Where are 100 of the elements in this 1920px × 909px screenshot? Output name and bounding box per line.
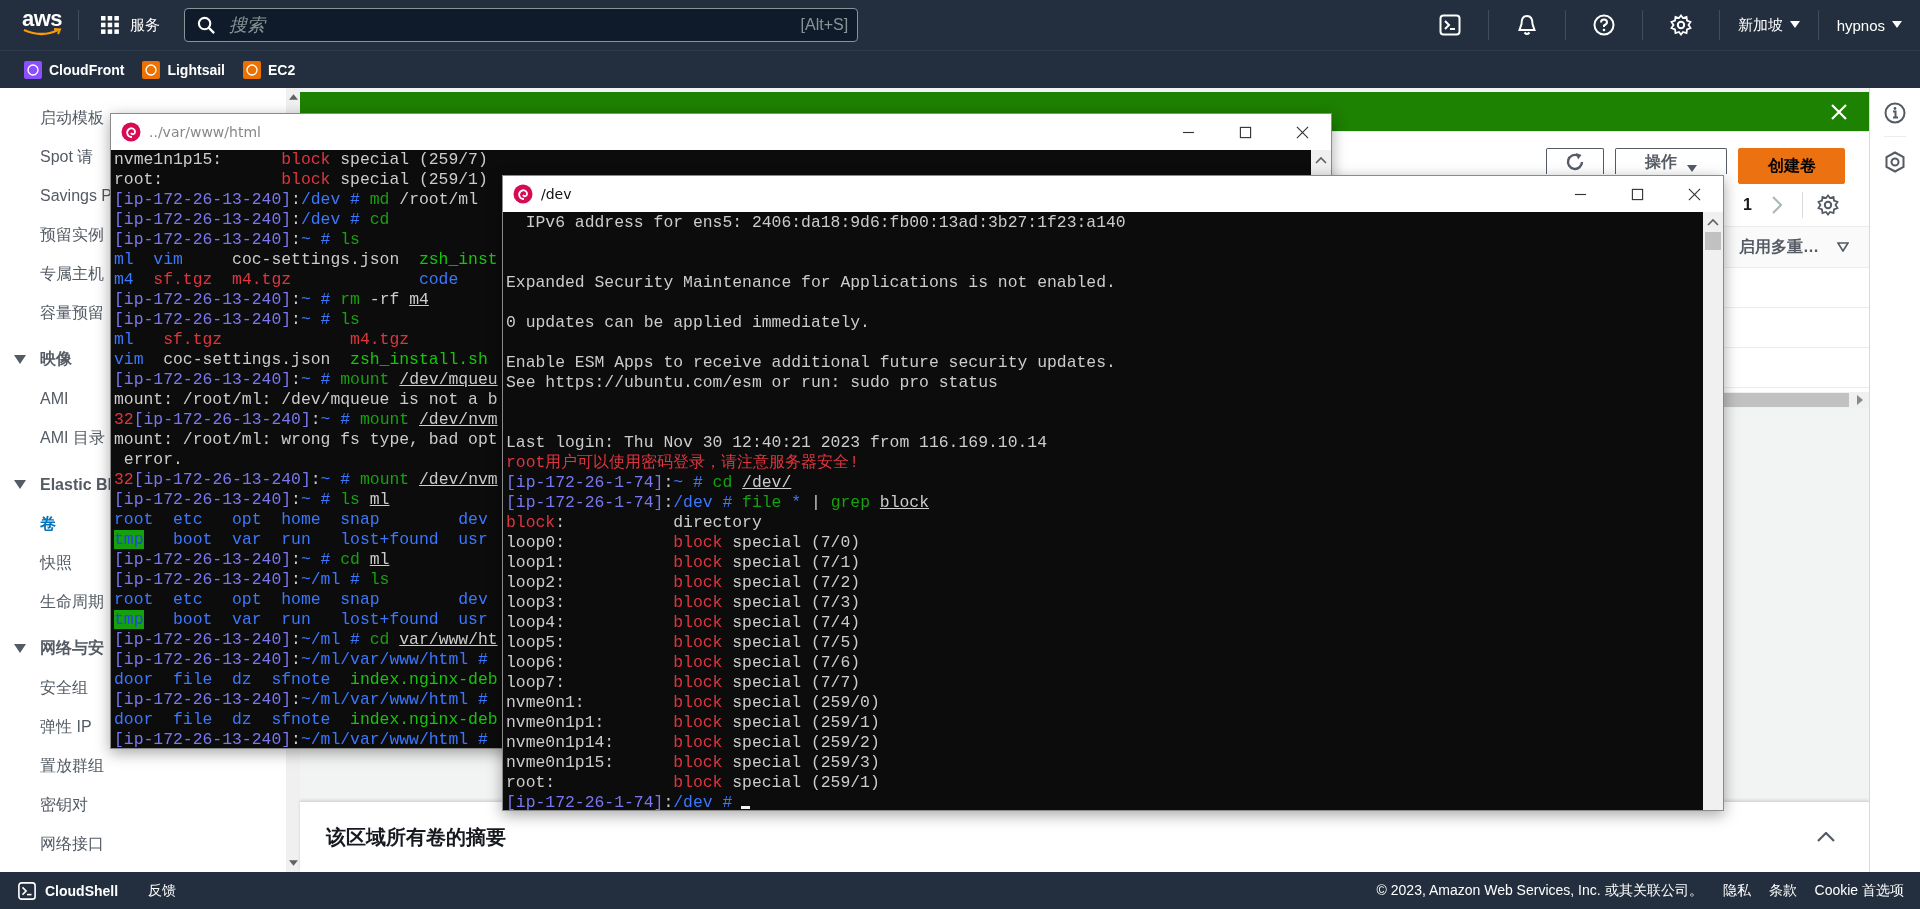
cloudshell-button[interactable]: CloudShell [18,881,119,900]
nav-link[interactable]: 安全组 [0,668,88,707]
feedback-link[interactable]: 反馈 [148,881,177,900]
region-menu[interactable]: 新加坡 [1735,13,1802,37]
page-number[interactable]: 1 [1743,196,1752,214]
terminal-line: door file dz sfnote index.nginx-deb [114,710,498,730]
footer-link[interactable]: 隐私 [1722,881,1751,900]
help-icon[interactable] [1591,13,1616,37]
terminal-line: root etc opt home snap dev [114,590,488,610]
terminal-line: [ip-172-26-13-240]:~ # mount /dev/mqueu [114,370,498,390]
terminal-line: nvme0n1p1: block special (259/1) [506,713,880,733]
chevron-up-icon[interactable] [1817,832,1835,842]
refresh-button[interactable] [1546,148,1604,174]
terminal-line: 32[ip-172-26-13-240]:~ # mount /dev/nvm [114,410,498,430]
nav-link[interactable]: 弹性 IP [0,707,92,746]
info-icon[interactable] [1884,102,1906,137]
nav-link[interactable]: 生命周期 [0,582,104,621]
smile-arrow-icon [22,28,62,36]
nav-link[interactable]: 专属主机 [0,254,104,293]
terminal-line: [ip-172-26-13-240]:~/ml/var/www/html # [114,690,488,710]
terminal-line: error. [122,450,183,470]
terminal-line: loop4: block special (7/4) [506,613,861,633]
nav-link[interactable]: 容量预留 [0,293,104,332]
nav-link[interactable]: AMI [0,379,69,418]
refresh-icon [1564,151,1586,173]
window-title: ../var/www/html [149,124,261,140]
footer-link[interactable]: Cookie 首选项 [1814,881,1904,900]
shortcut-hint: [Alt+S] [800,16,849,34]
terminal-line: tmp boot var run lost+found usr [114,530,488,550]
maximize-icon[interactable] [1239,125,1252,139]
scroll-up-icon[interactable] [288,94,298,100]
terminal-line: IPv6 address for ens5: 2406:da18:9d6:fb00:13ad:3b27:1f23:a140 [524,213,1126,233]
sort-caret-icon[interactable] [1837,242,1849,252]
terminal-line: nvme0n1: block special (259/0) [506,693,880,713]
terminal-line: root: block special (259/1) [114,170,488,190]
panel-title: 该区域所有卷的摘要 [326,824,506,850]
terminal-line: loop1: block special (7/1) [506,553,861,573]
nav-link[interactable]: 密钥对 [0,785,88,824]
terminal-line: [ip-172-26-13-240]:~ # cd ml [114,550,390,570]
copyright-text: © 2023, Amazon Web Services, Inc. 或其关联公司。 [1376,881,1703,900]
service-icon [243,60,261,79]
account-menu[interactable]: hypnos [1834,14,1904,36]
scroll-up-icon[interactable] [1315,156,1327,164]
nav-section[interactable]: 网络与安 [0,629,104,668]
nav-link[interactable]: 网络接口 [0,824,104,863]
column-header[interactable]: 启用多重… [1739,236,1819,258]
terminal-line: [ip-172-26-13-240]:~ # ls ml [114,490,390,510]
nav-link[interactable]: 预留实例 [0,215,104,254]
services-menu[interactable]: 服务 [97,11,165,39]
logo[interactable]: aws [22,10,63,40]
close-icon[interactable] [1296,125,1309,139]
nav-link[interactable]: AMI 目录 [0,418,105,457]
footer-link[interactable]: 条款 [1768,881,1797,900]
scroll-down-icon[interactable] [288,860,298,866]
terminal-line: Expanded Security Maintenance for Applications is not enabled. [506,273,1116,293]
terminal-line: [ip-172-26-13-240]:~/ml/var/www/html # [114,650,488,670]
nav-link[interactable]: 卷 [0,504,56,543]
scroll-right-icon[interactable] [1857,395,1863,405]
favorite-link[interactable]: Lightsail [142,60,225,79]
settings-icon[interactable] [1817,194,1839,216]
terminal-line: [ip-172-26-1-74]:/dev # [506,793,751,810]
caret-icon [14,479,26,490]
terminal-line: ml sf.tgz m4.tgz [114,330,410,350]
terminal-line: loop7: block special (7/7) [506,673,861,693]
close-icon[interactable] [1688,187,1701,201]
terminal-line: mount: /root/ml: wrong fs type, bad opt [114,430,498,450]
terminal-icon[interactable] [1437,13,1462,37]
window-title: /dev [541,186,572,202]
create-volume-button[interactable]: 创建卷 [1738,148,1845,184]
caret-icon [14,643,26,654]
terminal-line: m4 sf.tgz m4.tgz code [114,270,459,290]
terminal-line: [ip-172-26-13-240]:~ # ls [114,230,360,250]
maximize-icon[interactable] [1631,187,1644,201]
scrollbar-thumb[interactable] [1705,232,1721,250]
caret-icon [1789,21,1800,29]
favorite-link[interactable]: CloudFront [24,60,125,79]
terminal-line: ml vim coc-settings.json zsh_inst [114,250,498,270]
nav-link[interactable]: Spot 请 [0,137,94,176]
horizontal-scrollbar[interactable] [1723,392,1869,408]
nav-section[interactable]: 映像 [0,340,72,379]
swirl-icon [513,184,533,204]
terminal-line: root用户可以使用密码登录，请注意服务器安全! [506,453,860,473]
service-icon [142,60,161,79]
nav-link[interactable]: 启动模板 [0,98,104,137]
terminal-line: block: directory [506,513,762,533]
nav-link[interactable]: 快照 [0,543,72,582]
terminal-line: [ip-172-26-13-240]:/dev # md /root/ml [114,190,478,210]
actions-button[interactable]: 操作 [1615,148,1727,174]
terminal-line: 0 updates can be applied immediately. [506,313,870,333]
terminal-line: loop3: block special (7/3) [506,593,861,613]
terminal-line: vim coc-settings.json zsh_install.sh [114,350,488,370]
terminal-line: 32[ip-172-26-13-240]:~ # mount /dev/nvm [114,470,498,490]
nav-link[interactable]: 置放群组 [0,746,104,785]
caret-icon [1892,21,1902,29]
hexagon-icon[interactable] [1884,151,1906,173]
favorite-link[interactable]: EC2 [243,60,296,79]
terminal-line: Last login: Thu Nov 30 12:40:21 2023 from 116.169.10.14 [506,433,1047,453]
scroll-up-icon[interactable] [1707,218,1719,226]
swirl-icon [121,122,141,142]
terminal-line: [ip-172-26-13-240]:~/ml/var/www/html # [114,730,488,748]
